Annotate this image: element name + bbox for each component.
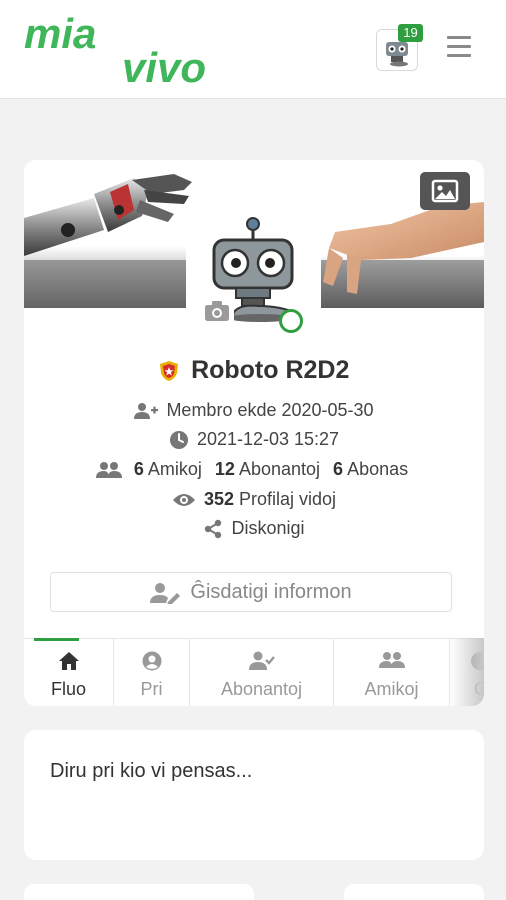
feed-filter-box[interactable] <box>24 884 254 900</box>
friends-count: 6 <box>133 459 144 479</box>
share-line[interactable]: Diskonigi <box>24 515 484 541</box>
svg-text:vivo: vivo <box>122 44 206 88</box>
tab-fluo[interactable]: Fluo <box>24 638 114 706</box>
followers-stat[interactable]: 12 Abonantoj <box>215 459 320 479</box>
member-since-line: Membro ekde 2020-05-30 <box>24 397 484 423</box>
views-label: Profilaj vidoj <box>239 489 337 509</box>
cover-image-left <box>24 170 192 308</box>
following-count: 6 <box>333 459 344 479</box>
following-label: Abonas <box>347 459 409 479</box>
post-composer[interactable]: Diru pri kio vi pensas... <box>24 730 484 860</box>
hamburger-menu-icon[interactable] <box>447 36 471 58</box>
post-composer-placeholder: Diru pri kio vi pensas... <box>50 760 253 782</box>
home-icon <box>58 652 79 670</box>
shield-badge-icon <box>159 360 178 381</box>
profile-name: Roboto R2D2 <box>191 356 350 384</box>
profile-tabs: Fluo Pri Abonantoj Amikoj <box>24 638 484 706</box>
camera-icon <box>205 301 229 321</box>
tab-fluo-label: Fluo <box>50 679 86 699</box>
views-count: 352 <box>203 489 234 509</box>
tab-pri[interactable]: Pri <box>114 639 190 706</box>
user-circle-icon <box>142 651 161 671</box>
users-icon <box>378 652 405 668</box>
change-cover-button[interactable] <box>420 172 470 210</box>
svg-text:mia: mia <box>24 10 96 57</box>
last-seen-line: 2021-12-03 15:27 <box>24 426 484 452</box>
tabs-scroll-fade <box>450 638 484 706</box>
friends-label: Amikoj <box>147 459 202 479</box>
image-icon <box>431 179 459 203</box>
user-plus-icon <box>134 403 159 420</box>
notification-badge[interactable]: 19 <box>398 24 423 42</box>
profile-card: Roboto R2D2 Membro ekde 2020-05-30 2021-… <box>24 160 484 706</box>
member-since-text: Membro ekde 2020-05-30 <box>166 400 374 420</box>
stats-line: 6 Amikoj 12 Abonantoj 6 Abonas <box>24 456 484 482</box>
site-logo[interactable]: mia vivo <box>24 6 234 88</box>
clock-icon <box>169 431 188 450</box>
tab-pri-label: Pri <box>140 679 163 699</box>
edit-profile-label: Ĝisdatigi informon <box>190 581 352 603</box>
last-seen-text: 2021-12-03 15:27 <box>196 429 340 449</box>
following-stat[interactable]: 6 Abonas <box>333 459 408 479</box>
profile-name-row: Roboto R2D2 <box>24 356 484 388</box>
followers-count: 12 <box>214 459 235 479</box>
tab-amikoj[interactable]: Amikoj <box>334 639 450 706</box>
online-status-indicator <box>279 309 303 333</box>
cover-image-right <box>321 202 484 308</box>
followers-label: Abonantoj <box>238 459 321 479</box>
user-edit-icon <box>150 582 181 605</box>
users-icon <box>95 462 122 479</box>
tab-abonantoj[interactable]: Abonantoj <box>190 639 334 706</box>
change-avatar-button[interactable] <box>200 295 234 327</box>
friends-stat[interactable]: 6 Amikoj <box>134 459 202 479</box>
share-text: Diskonigi <box>231 518 305 538</box>
top-bar: mia vivo 19 <box>0 0 506 99</box>
tab-amikoj-label: Amikoj <box>364 679 419 699</box>
views-line: 352 Profilaj vidoj <box>24 486 484 512</box>
feed-actions-box[interactable] <box>344 884 484 900</box>
tab-abonantoj-label: Abonantoj <box>220 679 303 699</box>
user-check-icon <box>248 651 275 670</box>
eye-icon <box>172 494 195 507</box>
share-icon <box>205 520 222 539</box>
edit-profile-button[interactable]: Ĝisdatigi informon <box>50 572 452 612</box>
